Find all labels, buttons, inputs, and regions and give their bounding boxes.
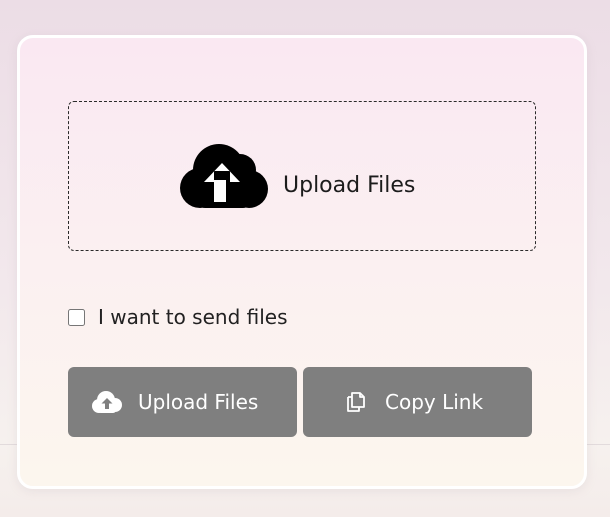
file-dropzone[interactable]: Upload Files [68, 101, 536, 251]
upload-card: Upload Files I want to send files Upload… [17, 35, 587, 489]
cloud-upload-icon [91, 390, 123, 414]
send-files-label[interactable]: I want to send files [98, 303, 288, 331]
copy-icon [343, 389, 369, 415]
upload-files-button-label: Upload Files [138, 390, 259, 414]
upload-files-button[interactable]: Upload Files [68, 367, 297, 437]
copy-link-button[interactable]: Copy Link [303, 367, 532, 437]
send-files-option: I want to send files [68, 303, 288, 331]
dropzone-label: Upload Files [283, 173, 416, 198]
copy-link-button-label: Copy Link [385, 390, 484, 414]
send-files-checkbox[interactable] [68, 308, 85, 326]
cloud-upload-icon [180, 144, 268, 208]
